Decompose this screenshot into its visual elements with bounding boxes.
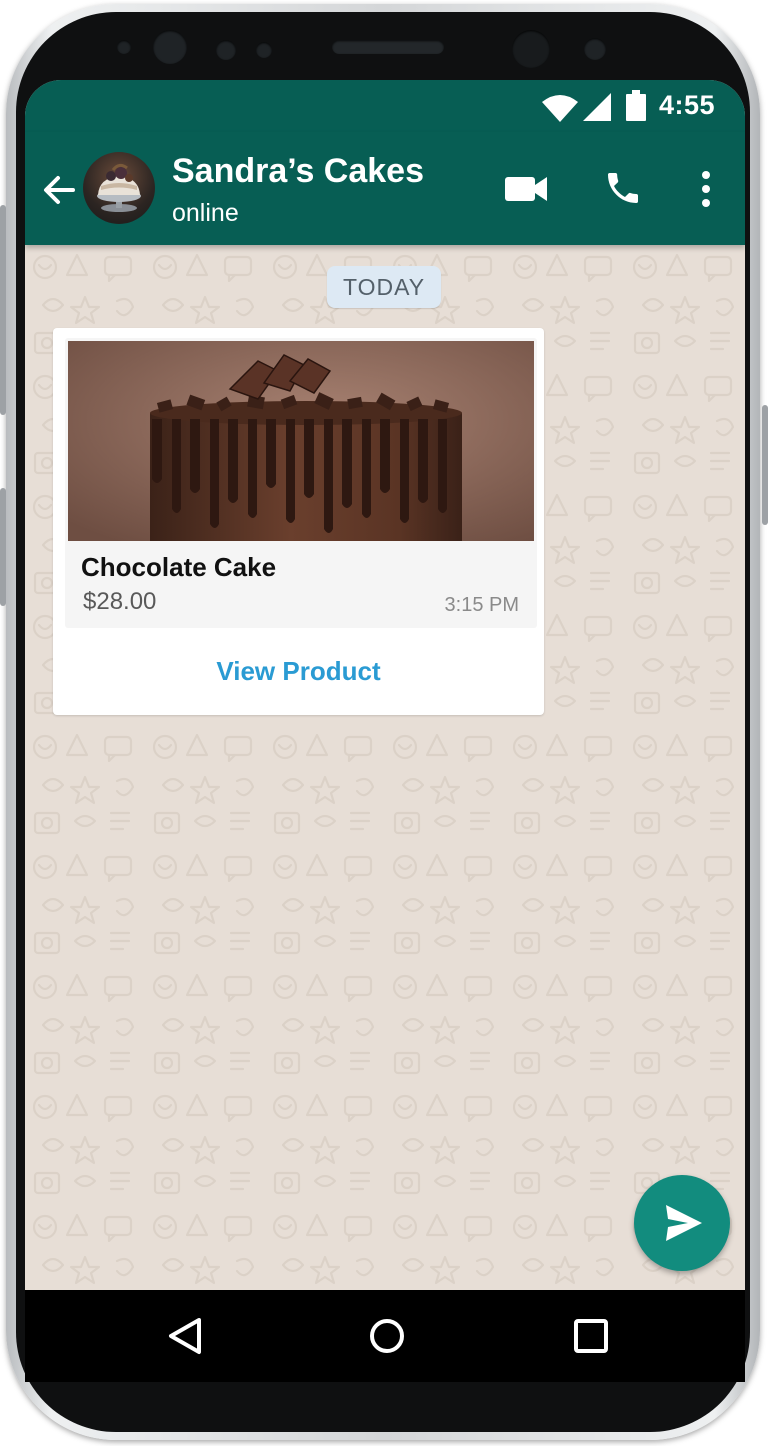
more-options-icon[interactable] (699, 170, 713, 208)
send-icon (666, 1205, 702, 1241)
volume-button (0, 205, 6, 415)
battery-icon (626, 90, 646, 121)
product-name: Chocolate Cake (81, 552, 277, 582)
wifi-icon (542, 95, 578, 122)
chat-area[interactable]: TODAY Chocolate Cake $28.00 3:15 PM View… (25, 245, 745, 1382)
back-arrow-icon[interactable] (39, 170, 79, 210)
contact-avatar[interactable] (83, 152, 155, 224)
chat-header: Sandra’s Cakes online (25, 132, 745, 245)
light-sensor (256, 42, 272, 58)
android-nav-bar (25, 1290, 745, 1382)
phone-screen: 4:55 Sandra’s Cakes online TODAY Chocola… (25, 80, 745, 1382)
iris-scanner (153, 30, 187, 64)
status-bar: 4:55 (25, 80, 745, 132)
home-circle-icon[interactable] (367, 1316, 407, 1356)
video-call-icon[interactable] (503, 174, 549, 204)
camera-flash (584, 38, 606, 60)
front-sensor (117, 40, 131, 54)
contact-name[interactable]: Sandra’s Cakes (172, 152, 424, 191)
recents-square-icon[interactable] (571, 1316, 611, 1356)
date-divider: TODAY (327, 266, 441, 308)
product-message-card[interactable]: Chocolate Cake $28.00 3:15 PM View Produ… (53, 328, 544, 715)
phone-icon[interactable] (603, 168, 643, 208)
send-button[interactable] (634, 1175, 730, 1271)
message-timestamp: 3:15 PM (444, 594, 519, 616)
power-button (762, 405, 768, 525)
bixby-button (0, 488, 6, 606)
product-image[interactable] (68, 341, 534, 541)
product-preview[interactable]: Chocolate Cake $28.00 3:15 PM (65, 338, 537, 628)
chocolate-cake-photo (68, 341, 534, 541)
contact-status: online (172, 199, 239, 227)
proximity-sensor (216, 40, 236, 60)
signal-icon (583, 93, 611, 121)
front-camera (512, 30, 550, 68)
view-product-button[interactable]: View Product (53, 646, 544, 696)
back-triangle-icon[interactable] (165, 1316, 205, 1356)
earpiece (332, 40, 444, 54)
cake-thumbnail (97, 163, 141, 212)
status-time: 4:55 (658, 90, 715, 120)
product-price: $28.00 (83, 588, 157, 615)
